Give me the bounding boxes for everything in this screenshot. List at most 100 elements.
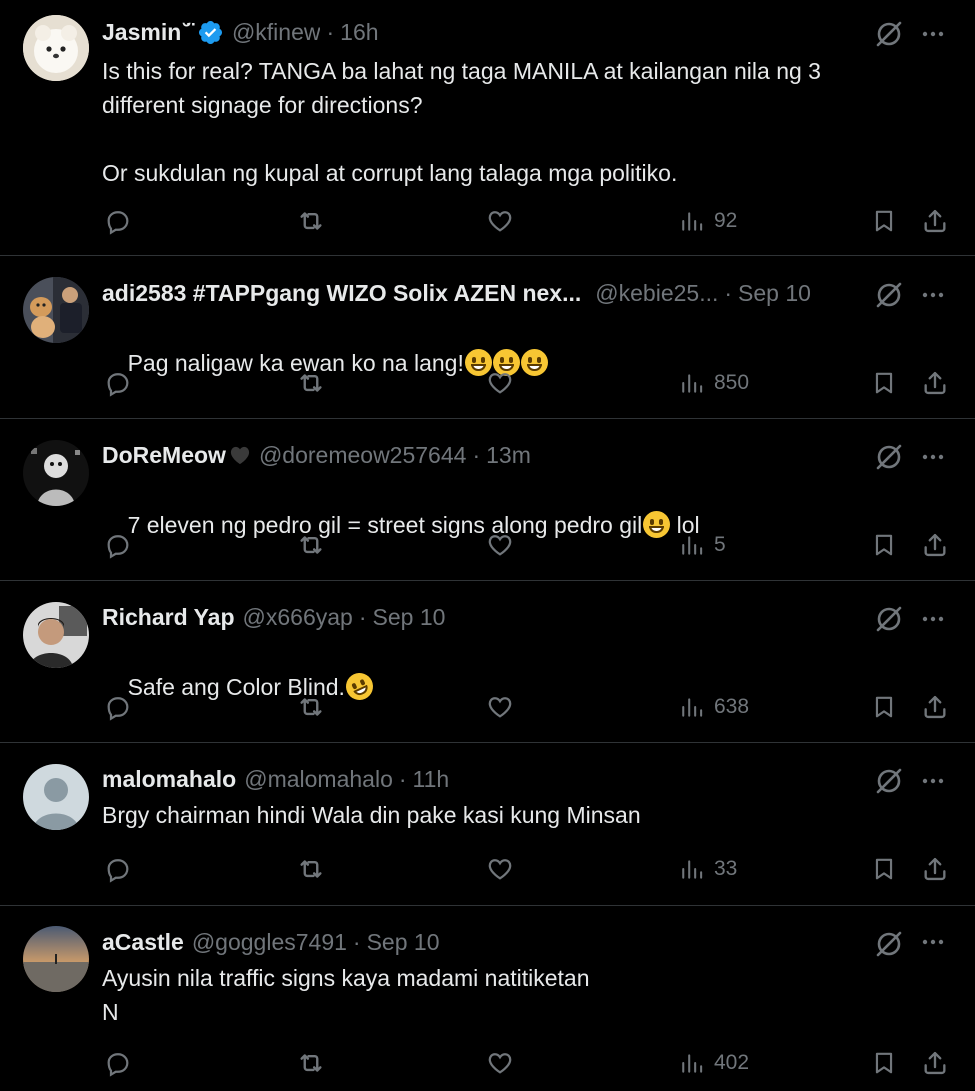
display-name[interactable]: aCastle xyxy=(102,929,184,956)
share-icon[interactable] xyxy=(919,203,951,239)
tweet[interactable]: malomahalo @malomahalo · 11h Brgy chairm… xyxy=(0,743,975,905)
tweet-text: Ayusin nila traffic signs kaya madami na… xyxy=(102,965,590,1025)
views-icon xyxy=(682,1054,703,1073)
avatar[interactable] xyxy=(23,764,89,830)
view-count: 92 xyxy=(714,209,738,232)
reply-icon[interactable] xyxy=(102,1045,134,1081)
reply-icon[interactable] xyxy=(102,851,134,887)
heart-icon[interactable] xyxy=(484,689,516,725)
more-icon[interactable] xyxy=(919,605,947,633)
verified-badge-icon[interactable] xyxy=(197,19,224,46)
reply-icon[interactable] xyxy=(102,527,134,563)
timestamp[interactable]: 16h xyxy=(340,19,378,46)
display-name[interactable]: adi2583 #TAPPgang WIZO Solix AZEN nex... xyxy=(102,280,581,307)
views[interactable]: 638 xyxy=(680,689,749,725)
tweet[interactable]: DoReMeow @doremeow257644 · 13m 7 eleven … xyxy=(0,419,975,580)
more-icon[interactable] xyxy=(919,767,947,795)
bookmark-icon[interactable] xyxy=(868,689,900,725)
more-icon[interactable] xyxy=(919,928,947,956)
user-handle[interactable]: @kebie25... xyxy=(595,280,718,307)
retweet-icon[interactable] xyxy=(295,527,327,563)
tweet-text: Is this for real? TANGA ba lahat ng taga… xyxy=(102,58,821,186)
timestamp[interactable]: Sep 10 xyxy=(373,604,446,631)
tweet-header: DoReMeow @doremeow257644 · 13m xyxy=(102,441,531,469)
retweet-icon[interactable] xyxy=(295,203,327,239)
retweet-icon[interactable] xyxy=(295,851,327,887)
reply-icon[interactable] xyxy=(102,365,134,401)
tweet[interactable]: aCastle @goggles7491 · Sep 10 Ayusin nil… xyxy=(0,906,975,1091)
bookmark-icon[interactable] xyxy=(868,365,900,401)
view-count: 850 xyxy=(714,371,750,394)
heart-icon[interactable] xyxy=(484,527,516,563)
tweet[interactable]: Jasmin ˘̈ @kfinew · 16h Is this for real… xyxy=(0,0,975,255)
timestamp[interactable]: Sep 10 xyxy=(367,929,440,956)
retweet-icon[interactable] xyxy=(295,1045,327,1081)
bookmark-icon[interactable] xyxy=(868,851,900,887)
avatar[interactable] xyxy=(23,15,89,81)
views[interactable]: 402 xyxy=(680,1045,749,1081)
share-icon[interactable] xyxy=(919,851,951,887)
timestamp[interactable]: 13m xyxy=(486,442,531,469)
retweet-icon[interactable] xyxy=(295,689,327,725)
views[interactable]: 850 xyxy=(680,365,749,401)
timestamp[interactable]: 11h xyxy=(413,766,450,793)
more-icon[interactable] xyxy=(919,281,947,309)
reply-icon[interactable] xyxy=(102,203,134,239)
user-handle[interactable]: @kfinew xyxy=(232,19,321,46)
heart-icon[interactable] xyxy=(484,365,516,401)
user-handle[interactable]: @doremeow257644 xyxy=(259,442,466,469)
grok-icon[interactable] xyxy=(873,603,905,635)
heart-icon[interactable] xyxy=(484,203,516,239)
grok-icon[interactable] xyxy=(873,928,905,960)
views[interactable]: 92 xyxy=(680,203,737,239)
grok-icon[interactable] xyxy=(873,18,905,50)
timestamp[interactable]: Sep 10 xyxy=(738,280,811,307)
bookmark-icon[interactable] xyxy=(868,1045,900,1081)
views-icon xyxy=(682,860,703,879)
tweet-header: Richard Yap @x666yap · Sep 10 xyxy=(102,603,446,631)
display-name[interactable]: Richard Yap xyxy=(102,604,235,631)
share-icon[interactable] xyxy=(919,527,951,563)
share-icon[interactable] xyxy=(919,1045,951,1081)
tweet-header: aCastle @goggles7491 · Sep 10 xyxy=(102,928,440,956)
more-icon[interactable] xyxy=(919,443,947,471)
share-icon[interactable] xyxy=(919,689,951,725)
user-handle[interactable]: @malomahalo xyxy=(244,766,393,793)
user-handle[interactable]: @goggles7491 xyxy=(192,929,347,956)
tweet-header: malomahalo @malomahalo · 11h xyxy=(102,765,450,793)
bookmark-icon[interactable] xyxy=(868,203,900,239)
avatar[interactable] xyxy=(23,440,89,506)
display-name[interactable]: malomahalo xyxy=(102,766,236,793)
action-bar: 92 xyxy=(0,203,975,239)
user-handle[interactable]: @x666yap xyxy=(243,604,353,631)
display-name[interactable]: DoReMeow xyxy=(102,442,226,469)
bookmark-icon[interactable] xyxy=(868,527,900,563)
view-count: 5 xyxy=(714,533,726,556)
tweet[interactable]: adi2583 #TAPPgang WIZO Solix AZEN nex...… xyxy=(0,256,975,418)
grok-icon[interactable] xyxy=(873,279,905,311)
action-bar: 402 xyxy=(0,1045,975,1081)
action-bar: 5 xyxy=(0,527,975,563)
retweet-icon[interactable] xyxy=(295,365,327,401)
views-icon xyxy=(682,698,703,717)
views-icon xyxy=(682,212,703,231)
action-bar: 638 xyxy=(0,689,975,725)
tweet[interactable]: Richard Yap @x666yap · Sep 10 Safe ang C… xyxy=(0,581,975,742)
avatar[interactable] xyxy=(23,602,89,668)
tweet-header: adi2583 #TAPPgang WIZO Solix AZEN nex...… xyxy=(102,279,811,307)
views[interactable]: 5 xyxy=(680,527,726,563)
reply-icon[interactable] xyxy=(102,689,134,725)
heart-icon[interactable] xyxy=(484,851,516,887)
name-suffix: ˘̈ xyxy=(183,18,191,45)
avatar[interactable] xyxy=(23,277,89,343)
avatar[interactable] xyxy=(23,926,89,992)
views[interactable]: 33 xyxy=(680,851,737,887)
heart-icon[interactable] xyxy=(484,1045,516,1081)
grok-icon[interactable] xyxy=(873,441,905,473)
tweet-text: Brgy chairman hindi Wala din pake kasi k… xyxy=(102,802,641,828)
more-icon[interactable] xyxy=(919,20,947,48)
display-name[interactable]: Jasmin xyxy=(102,19,181,46)
share-icon[interactable] xyxy=(919,365,951,401)
action-bar: 33 xyxy=(0,851,975,887)
grok-icon[interactable] xyxy=(873,765,905,797)
